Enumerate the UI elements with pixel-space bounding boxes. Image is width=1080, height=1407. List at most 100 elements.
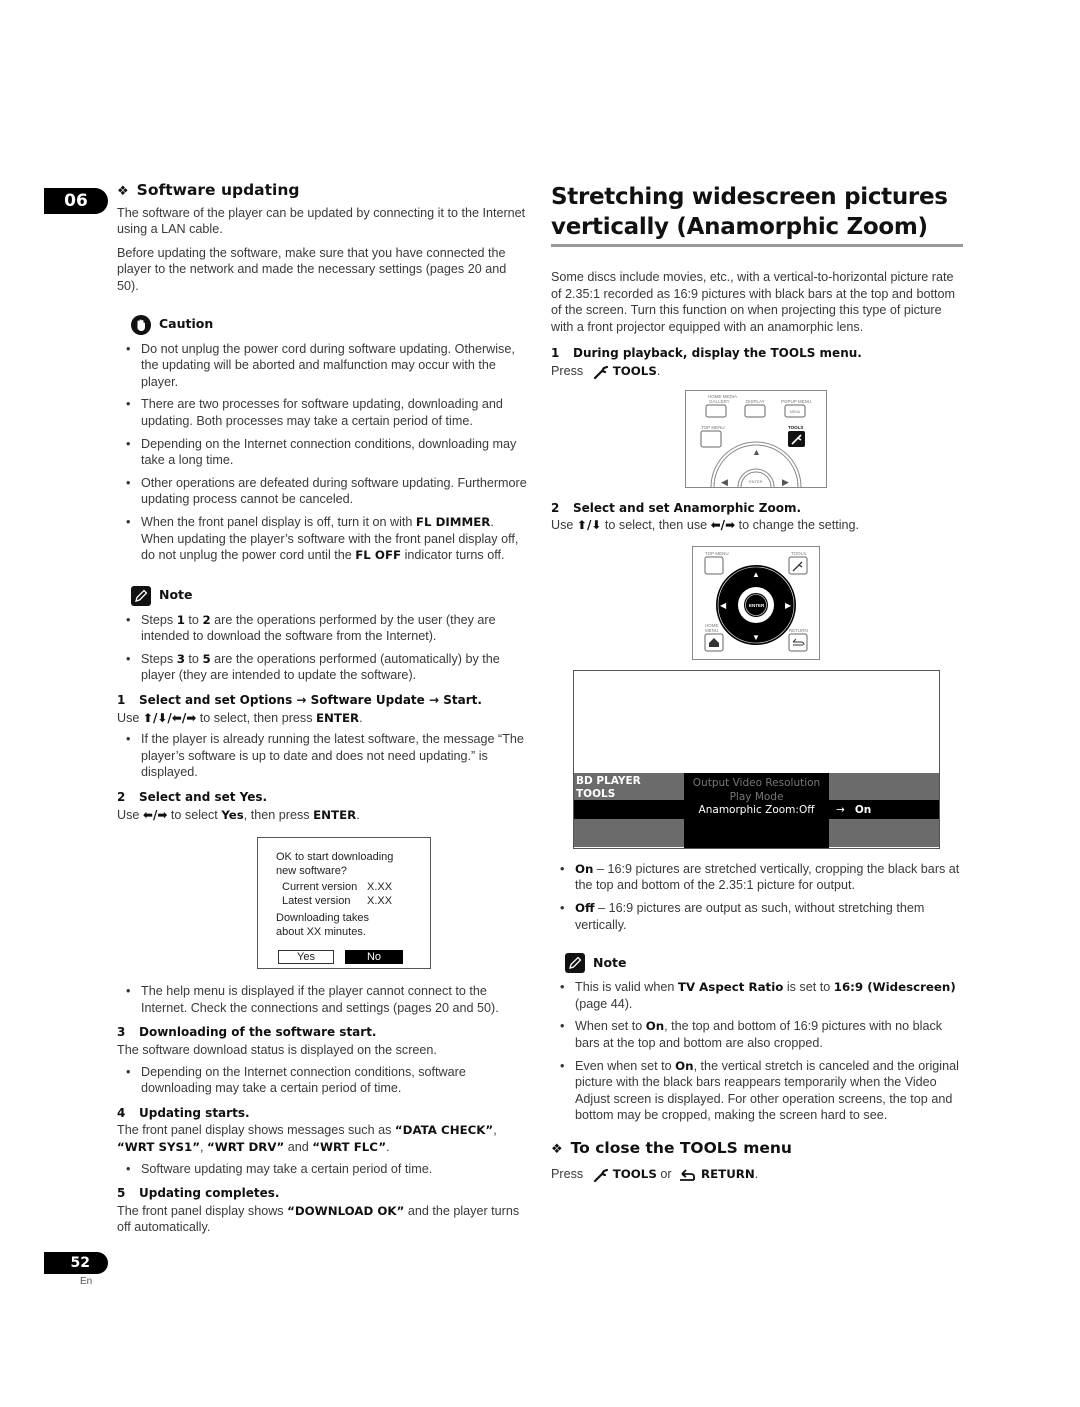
step-4-text: The front panel display shows messages s… <box>117 1123 497 1154</box>
svg-text:POPUP MENU: POPUP MENU <box>781 399 811 404</box>
caution-item: Other operations are defeated during sof… <box>117 475 530 508</box>
svg-text:▶: ▶ <box>782 477 789 487</box>
diamond-bullet-icon: ❖ <box>117 184 129 199</box>
note-item: Even when set to On, the vertical stretc… <box>551 1058 963 1124</box>
right-step-1-instruction: Press TOOLS. <box>551 363 661 379</box>
tools-wrench-icon <box>593 365 609 379</box>
tools-menu-item[interactable]: Play Mode <box>684 790 829 804</box>
svg-text:TOOLS: TOOLS <box>788 425 803 430</box>
svg-text:ENTER: ENTER <box>749 479 763 484</box>
up-down-arrows-icon: ⬆/⬇ <box>576 518 602 533</box>
anamorphic-zoom-setting[interactable]: Anamorphic Zoom:Off <box>684 803 829 817</box>
caution-item: When the front panel display is off, tur… <box>117 514 530 564</box>
note-list: Steps 1 to 2 are the operations performe… <box>117 612 530 684</box>
right-step-1-heading: 1 During playback, display the TOOLS menu… <box>551 346 862 361</box>
chapter-tab: 06 <box>44 188 108 214</box>
tools-menu-screen: BD PLAYER TOOLS Output Video Resolution P… <box>573 669 940 849</box>
caution-list: Do not unplug the power cord during soft… <box>117 341 530 564</box>
latest-version-label: Latest version <box>282 895 351 908</box>
svg-text:▲: ▲ <box>752 570 760 579</box>
step-5-text: The front panel display shows “DOWNLOAD … <box>117 1203 520 1235</box>
caution-heading: Caution <box>131 314 530 335</box>
note-item: When set to On, the top and bottom of 16… <box>551 1018 963 1051</box>
left-right-arrows-icon: ⬅/➡ <box>710 518 736 533</box>
step-4-heading: 4 Updating starts. <box>117 1105 250 1120</box>
step-1-bullet: If the player is already running the lat… <box>117 731 530 781</box>
svg-text:◀: ◀ <box>720 601 727 610</box>
caution-item: There are two processes for software upd… <box>117 396 530 429</box>
arrow-keys-icon: ⬆/⬇/⬅/➡ <box>142 710 197 725</box>
anamorphic-intro: Some discs include movies, etc., with a … <box>551 270 955 334</box>
right-note-list: This is valid when TV Aspect Ratio is se… <box>551 979 963 1124</box>
right-arrow-icon: → <box>836 803 845 816</box>
svg-text:▲: ▲ <box>752 447 761 457</box>
step-3-text: The software download status is displaye… <box>117 1043 437 1057</box>
svg-text:DISPLAY: DISPLAY <box>746 399 765 404</box>
note-item: Steps 3 to 5 are the operations performe… <box>117 651 530 684</box>
caution-item: Do not unplug the power cord during soft… <box>117 341 530 391</box>
top-menu-button <box>700 430 722 448</box>
right-step-2-instruction: Use ⬆/⬇ to select, then use ⬅/➡ to chang… <box>551 518 860 533</box>
svg-text:◀: ◀ <box>721 477 728 487</box>
display-button <box>744 404 766 418</box>
step-4-bullet: Software updating may take a certain per… <box>117 1161 530 1178</box>
step-2-instruction: Use ⬅/➡ to select Yes, then press ENTER. <box>117 807 360 822</box>
svg-text:TOOLS: TOOLS <box>791 551 806 556</box>
help-bullet: The help menu is displayed if the player… <box>117 983 530 1016</box>
step-5-heading: 5 Updating completes. <box>117 1186 280 1201</box>
caution-hand-icon <box>131 314 151 335</box>
page-language: En <box>80 1276 93 1287</box>
right-column: Stretching widescreen pictures vertically… <box>551 182 963 1188</box>
remote-illustration-tools: HOME MEDIA GALLERY DISPLAY POPUP MENU ME… <box>685 389 827 488</box>
svg-text:▼: ▼ <box>752 633 760 642</box>
svg-text:MENU: MENU <box>790 410 801 414</box>
step-2-heading: 2 Select and set Yes. <box>117 790 268 805</box>
section-title-software-updating: ❖ Software updating <box>117 181 300 199</box>
latest-version-value: X.XX <box>367 895 393 908</box>
page-heading: Stretching widescreen pictures vertically… <box>551 184 948 240</box>
right-step-2-heading: 2 Select and set Anamorphic Zoom. <box>551 500 802 515</box>
step-3-bullet: Depending on the Internet connection con… <box>117 1064 530 1097</box>
close-tools-heading: ❖ To close the TOOLS menu <box>551 1138 792 1157</box>
home-media-gallery-button <box>705 404 727 418</box>
option-list: On – 16:9 pictures are stretched vertica… <box>551 861 963 933</box>
step-1-heading: 1 Select and set Options → Software Updat… <box>117 693 482 708</box>
caution-item: Depending on the Internet connection con… <box>117 436 530 469</box>
remote-illustration-navigation: TOP MENU TOOLS ENTER ▲ ▼ ◀ ▶ HOME MENU R… <box>692 545 820 660</box>
note-heading: Note <box>131 585 530 606</box>
download-confirm-dialog: OK to start downloading new software? Cu… <box>257 837 431 970</box>
pencil-note-icon <box>131 585 151 606</box>
svg-text:▶: ▶ <box>785 601 792 610</box>
svg-text:RETURN: RETURN <box>789 628 808 633</box>
arrow-keys-icon: ⬅/➡ <box>142 807 168 822</box>
step-3-heading: 3 Downloading of the software start. <box>117 1025 377 1040</box>
option-on: On – 16:9 pictures are stretched vertica… <box>551 861 963 894</box>
step-1-instruction: Use ⬆/⬇/⬅/➡ to select, then press ENTER. <box>117 710 363 725</box>
current-version-label: Current version <box>282 881 358 894</box>
svg-text:TOP MENU: TOP MENU <box>705 551 729 556</box>
intro-paragraph: The software of the player can be update… <box>117 205 526 237</box>
tools-menu-item[interactable]: Output Video Resolution <box>684 776 829 790</box>
close-tools-instruction: Press TOOLS or RETURN. <box>551 1167 759 1183</box>
svg-text:TOP MENU: TOP MENU <box>701 425 725 430</box>
svg-text:MENU: MENU <box>705 628 718 633</box>
svg-text:GALLERY: GALLERY <box>709 399 730 404</box>
option-off: Off – 16:9 pictures are output as such, … <box>551 900 963 933</box>
note-item: This is valid when TV Aspect Ratio is se… <box>551 979 963 1012</box>
yes-button[interactable]: Yes <box>278 950 334 965</box>
no-button[interactable]: No <box>345 950 403 965</box>
right-note-heading: Note <box>565 953 963 974</box>
diamond-bullet-icon: ❖ <box>551 1141 563 1157</box>
page-number-tab: 52 <box>44 1252 108 1274</box>
left-column: ❖ Software updating The software of the p… <box>117 182 530 1241</box>
heading-rule <box>551 244 963 247</box>
current-version-value: X.XX <box>367 881 393 894</box>
return-icon <box>677 1168 697 1182</box>
note-item: Steps 1 to 2 are the operations performe… <box>117 612 530 645</box>
svg-text:ENTER: ENTER <box>749 603 765 608</box>
pencil-note-icon <box>565 953 585 974</box>
tools-wrench-icon <box>593 1168 609 1183</box>
top-menu-button <box>704 556 724 575</box>
setting-change-value[interactable]: → On <box>836 803 871 817</box>
intro-paragraph: Before updating the software, make sure … <box>117 245 507 293</box>
